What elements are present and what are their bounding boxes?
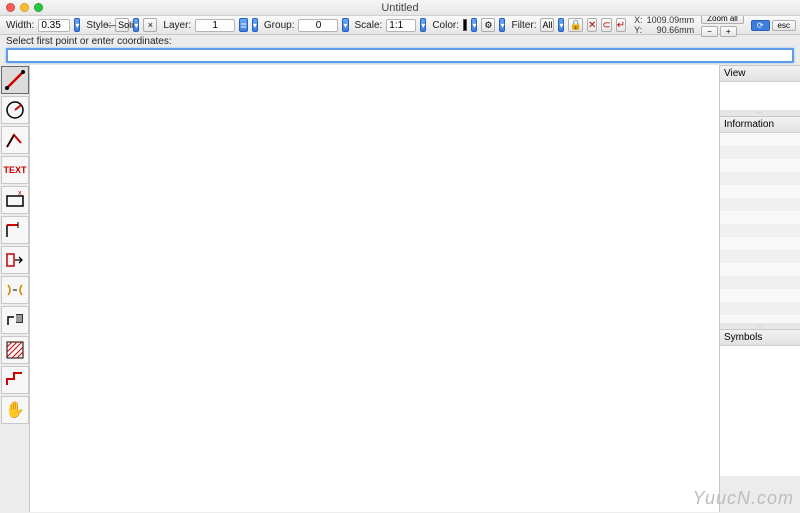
y-label: Y: [634, 25, 642, 35]
pan-icon: ✋ [5, 400, 25, 420]
style-clear-button[interactable]: × [143, 18, 157, 32]
width-input[interactable] [38, 19, 70, 32]
drawing-canvas[interactable] [30, 65, 720, 512]
delete-button[interactable]: ✕ [587, 18, 597, 32]
dim-tool[interactable] [1, 216, 29, 244]
trim-tool[interactable] [1, 306, 29, 334]
coordinate-readout: X: 1009.09mm Y: 90.66mm [634, 15, 694, 35]
trim-icon [4, 309, 26, 331]
zoom-out-button[interactable]: − [701, 26, 718, 37]
revert-button[interactable]: ↵ [616, 18, 626, 32]
line-icon [4, 69, 26, 91]
symbols-panel-body [720, 346, 800, 476]
scale-input[interactable] [386, 19, 416, 32]
color-label: Color: [432, 20, 459, 31]
filter-select[interactable]: All [540, 18, 554, 32]
group-input[interactable] [298, 19, 338, 32]
rect-icon: x [4, 189, 26, 211]
hatch-icon [4, 339, 26, 361]
polyline-tool[interactable] [1, 126, 29, 154]
symbols-panel-header[interactable]: Symbols [720, 330, 800, 346]
window-title: Untitled [0, 2, 800, 14]
right-panels: View ⋯ Information ⋯ Symbols [720, 65, 800, 512]
y-value: 90.66mm [657, 25, 695, 35]
width-label: Width: [6, 20, 34, 31]
settings-dropdown-icon[interactable]: ▾ [499, 18, 505, 32]
layer-menu-icon[interactable]: ≣ [239, 18, 248, 32]
info-panel-header[interactable]: Information [720, 117, 800, 133]
hatch-tool[interactable] [1, 336, 29, 364]
constrain-button[interactable]: ⊂ [601, 18, 611, 32]
view-panel-body [720, 82, 800, 110]
gear-icon: ⚙ [484, 20, 492, 31]
scale-dropdown-icon[interactable]: ▾ [420, 18, 426, 32]
layer-label: Layer: [163, 20, 191, 31]
filter-label: Filter: [511, 20, 536, 31]
dim-icon [4, 219, 26, 241]
tool-palette: TEXT x ✋ [0, 65, 30, 512]
color-swatch[interactable] [463, 19, 467, 31]
offset-tool[interactable] [1, 246, 29, 274]
polyline-icon [4, 129, 26, 151]
stair-tool[interactable] [1, 366, 29, 394]
pan-tool[interactable]: ✋ [1, 396, 29, 424]
layer-input[interactable] [195, 19, 235, 32]
top-toolbar: Width: ▾ Style: — Solid ▾ × Layer: ≣ ▾ G… [0, 16, 800, 35]
width-dropdown-icon[interactable]: ▾ [74, 18, 80, 32]
mirror-tool[interactable] [1, 276, 29, 304]
info-panel-body [720, 133, 800, 323]
revert-icon: ↵ [617, 20, 625, 31]
x-label: X: [634, 15, 643, 25]
layer-dropdown-icon[interactable]: ▾ [252, 18, 258, 32]
delete-icon: ✕ [588, 20, 596, 31]
prompt-label: Select first point or enter coordinates: [0, 35, 800, 48]
constrain-icon: ⊂ [602, 20, 610, 31]
stair-icon [4, 369, 26, 391]
style-dropdown-icon[interactable]: ▾ [133, 18, 139, 32]
lock-icon: 🔒 [569, 20, 581, 31]
title-bar: Untitled [0, 0, 800, 16]
rect-tool[interactable]: x [1, 186, 29, 214]
esc-button[interactable]: esc [772, 20, 796, 31]
x-value: 1009.09mm [647, 15, 695, 25]
view-panel-header[interactable]: View [720, 66, 800, 82]
settings-button[interactable]: ⚙ [481, 18, 495, 32]
svg-text:x: x [18, 190, 22, 197]
arc-tool[interactable] [1, 96, 29, 124]
offset-icon [4, 249, 26, 271]
zoom-in-button[interactable]: + [720, 26, 737, 37]
scale-label: Scale: [355, 20, 383, 31]
lock-button[interactable]: 🔒 [568, 18, 582, 32]
color-dropdown-icon[interactable]: ▾ [471, 18, 477, 32]
style-select[interactable]: — Solid [115, 18, 129, 32]
command-input[interactable] [6, 48, 794, 63]
group-label: Group: [264, 20, 295, 31]
group-dropdown-icon[interactable]: ▾ [342, 18, 348, 32]
text-tool[interactable]: TEXT [1, 156, 29, 184]
mirror-icon [4, 279, 26, 301]
arc-icon [4, 99, 26, 121]
text-icon: TEXT [3, 165, 26, 175]
line-tool[interactable] [1, 66, 29, 94]
filter-dropdown-icon[interactable]: ▾ [558, 18, 564, 32]
refresh-button[interactable]: ⟳ [751, 20, 770, 31]
